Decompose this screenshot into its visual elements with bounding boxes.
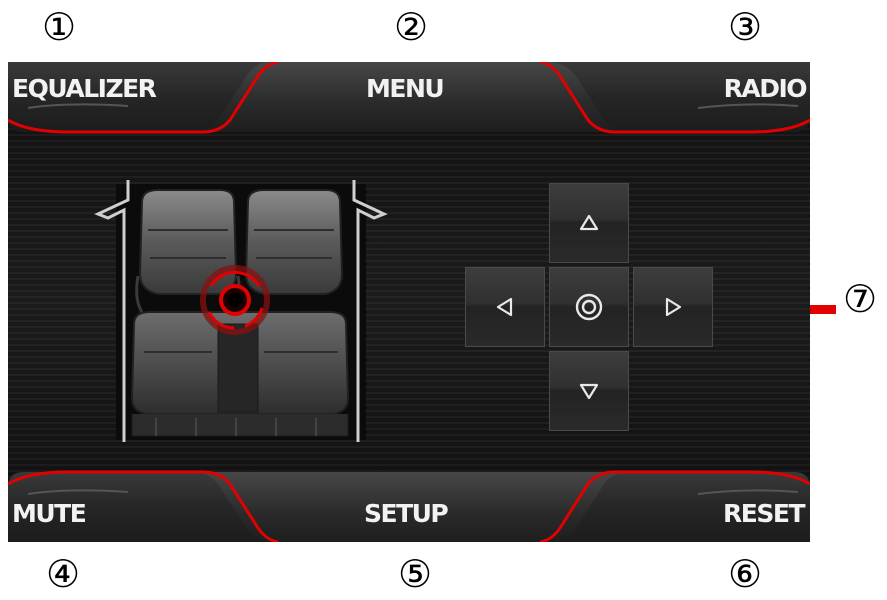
triangle-down-icon xyxy=(579,383,599,400)
callout-1: ① xyxy=(41,5,77,49)
callout-2: ② xyxy=(393,5,429,49)
triangle-right-icon xyxy=(665,297,682,317)
equalizer-button[interactable]: EQUALIZER xyxy=(12,76,157,101)
infotainment-screen: EQUALIZER MENU RADIO MUTE SETUP RESET xyxy=(8,62,810,542)
dpad-down-button[interactable] xyxy=(549,351,629,431)
callout-7: ⑦ xyxy=(842,277,878,321)
dpad-right-button[interactable] xyxy=(633,267,713,347)
mute-button[interactable]: MUTE xyxy=(12,501,87,526)
target-center-icon xyxy=(575,293,603,321)
dpad-left-button[interactable] xyxy=(465,267,545,347)
callout-4: ④ xyxy=(45,552,81,596)
dpad-up-button[interactable] xyxy=(549,183,629,263)
reset-button[interactable]: RESET xyxy=(723,501,805,526)
radio-button[interactable]: RADIO xyxy=(724,76,808,101)
seat-balance-area[interactable] xyxy=(116,184,366,440)
triangle-left-icon xyxy=(496,297,513,317)
callout-3: ③ xyxy=(727,5,763,49)
callout-5: ⑤ xyxy=(397,552,433,596)
setup-button[interactable]: SETUP xyxy=(364,501,449,526)
callout-6: ⑥ xyxy=(727,552,763,596)
dpad-center-button[interactable] xyxy=(549,267,629,347)
menu-button[interactable]: MENU xyxy=(366,76,445,101)
triangle-up-icon xyxy=(579,214,599,231)
